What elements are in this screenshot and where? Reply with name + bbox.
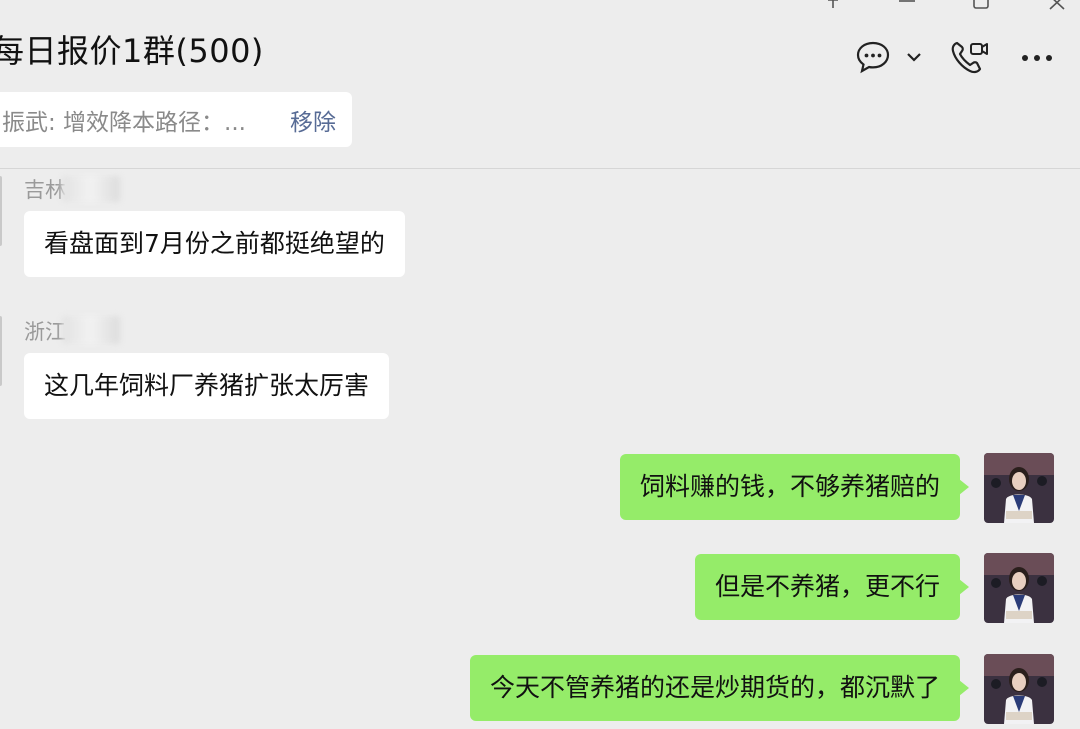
avatar[interactable]	[984, 654, 1054, 724]
chevron-down-icon[interactable]	[903, 38, 925, 76]
remove-pin-button[interactable]: 移除	[290, 103, 336, 137]
message-bubble[interactable]: 这几年饲料厂养猪扩张太厉害	[24, 353, 390, 419]
redacted-name	[62, 316, 120, 344]
pinned-message[interactable]: 振武: 增效降本路径：... 移除	[0, 92, 352, 147]
sender-name: 吉林	[24, 178, 66, 202]
chat-header: 每日报价1群(500) 振武: 增效降本路径：... 移除	[0, 0, 1080, 169]
chat-bubble-icon[interactable]	[854, 38, 892, 76]
avatar[interactable]	[984, 453, 1054, 523]
pinned-message-text: 振武: 增效降本路径：...	[2, 109, 246, 136]
redacted-name	[62, 176, 120, 202]
close-icon[interactable]	[1042, 0, 1072, 16]
more-icon[interactable]	[1018, 38, 1056, 78]
maximize-icon[interactable]	[966, 0, 996, 16]
chat-title: 每日报价1群(500)	[0, 32, 264, 70]
avatar[interactable]	[0, 176, 2, 246]
message-bubble[interactable]: 但是不养猪，更不行	[694, 554, 970, 620]
pin-icon[interactable]	[818, 0, 848, 16]
minimize-icon[interactable]	[892, 0, 922, 16]
avatar[interactable]	[984, 553, 1054, 623]
sender-name: 浙江	[24, 320, 66, 344]
message-bubble[interactable]: 饲料赚的钱，不够养猪赔的	[619, 454, 970, 520]
video-call-icon[interactable]	[948, 38, 990, 78]
message-bubble[interactable]: 看盘面到7月份之前都挺绝望的	[24, 211, 405, 277]
avatar[interactable]	[0, 316, 2, 386]
message-bubble[interactable]: 今天不管养猪的还是炒期货的，都沉默了	[469, 655, 970, 721]
